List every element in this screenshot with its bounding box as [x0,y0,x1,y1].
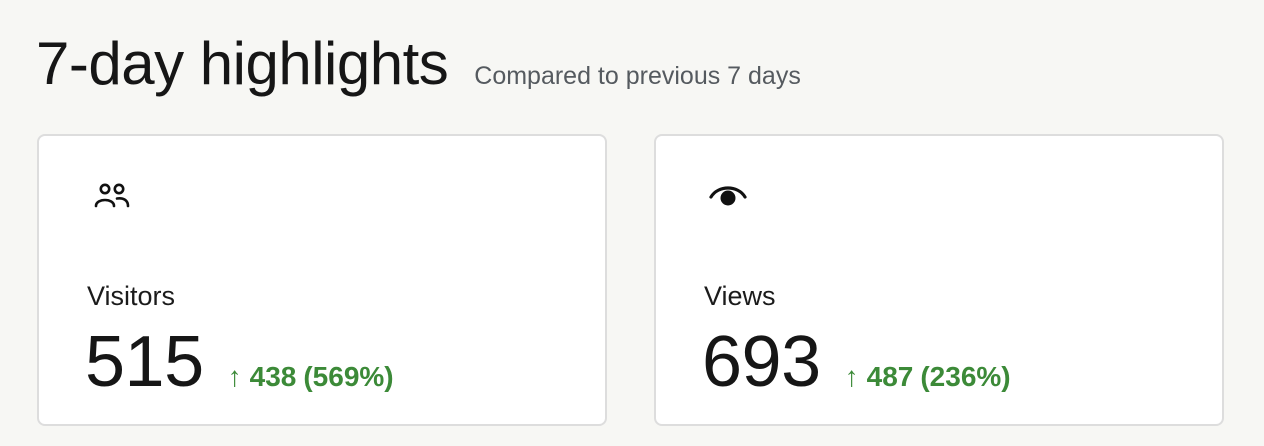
change-value: 487 [866,361,914,392]
metric-change: ↑ 487 (236%) [845,361,1011,393]
metric-row: 693 ↑ 487 (236%) [702,322,1011,402]
metric-label: Views [704,281,776,311]
arrow-up-icon: ↑ [844,361,859,392]
metric-label: Visitors [87,281,176,311]
page-title: 7-day highlights [36,30,449,97]
eye-icon [708,178,748,212]
metric-value: 515 [85,322,204,402]
change-value: 438 [249,361,297,392]
section-header: 7-day highlights Compared to previous 7 … [36,28,801,100]
change-percent: (569%) [303,361,394,392]
page-subtitle: Compared to previous 7 days [474,62,801,90]
views-card: Views 693 ↑ 487 (236%) [654,134,1224,426]
users-icon [93,178,133,212]
metric-value: 693 [702,322,821,402]
visitors-card: Visitors 515 ↑ 438 (569%) [37,134,607,426]
change-percent: (236%) [920,361,1011,392]
metric-change: ↑ 438 (569%) [228,361,394,393]
arrow-up-icon: ↑ [227,361,242,392]
metric-row: 515 ↑ 438 (569%) [85,322,394,402]
